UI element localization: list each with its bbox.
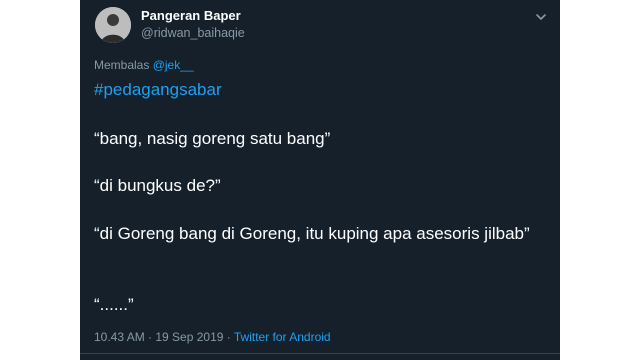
chevron-down-icon[interactable] bbox=[534, 10, 548, 24]
reply-context: Membalas @jek__ bbox=[94, 58, 194, 72]
reply-prefix: Membalas bbox=[94, 58, 153, 72]
tweet-card: Pangeran Baper @ridwan_baihaqie Membalas… bbox=[80, 0, 560, 360]
tweet-line: “di Goreng bang di Goreng, itu kuping ap… bbox=[94, 224, 530, 243]
timestamp[interactable]: 10.43 AM · 19 Sep 2019 · bbox=[94, 330, 234, 344]
divider bbox=[80, 353, 560, 354]
tweet-meta: 10.43 AM · 19 Sep 2019 · Twitter for And… bbox=[94, 330, 331, 344]
username[interactable]: @ridwan_baihaqie bbox=[141, 26, 245, 40]
avatar[interactable] bbox=[95, 7, 131, 43]
tweet-line: “bang, nasig goreng satu bang” bbox=[94, 129, 331, 148]
display-name[interactable]: Pangeran Baper bbox=[141, 8, 241, 23]
reply-mention-link[interactable]: @jek__ bbox=[153, 58, 194, 72]
tweet-line: “di bungkus de?” bbox=[94, 176, 221, 195]
tweet-line: “......” bbox=[94, 295, 134, 314]
avatar-image bbox=[95, 7, 131, 43]
hashtag-link[interactable]: #pedagangsabar bbox=[94, 80, 222, 100]
source-link[interactable]: Twitter for Android bbox=[234, 330, 331, 344]
